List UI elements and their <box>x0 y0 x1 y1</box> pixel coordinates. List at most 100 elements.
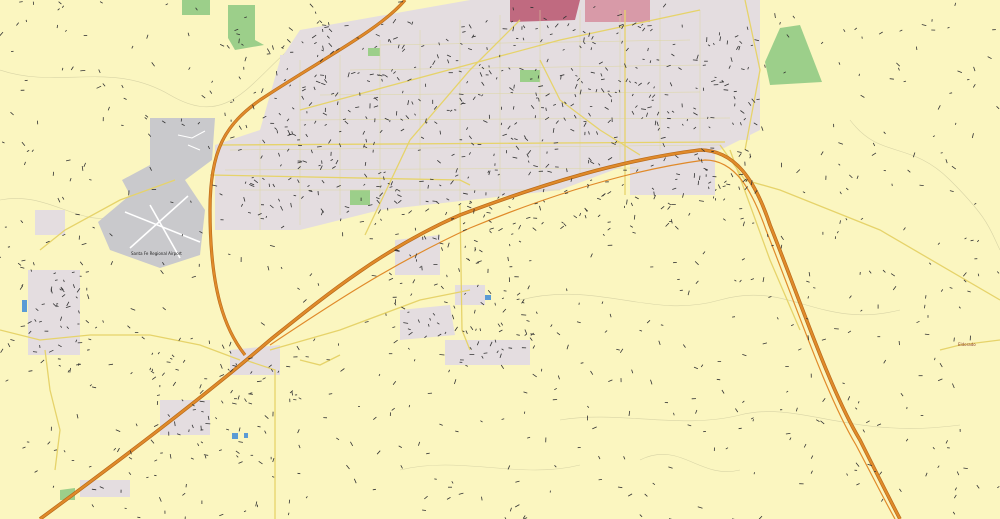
building-tick <box>796 169 801 174</box>
building-tick <box>820 420 825 425</box>
building-tick <box>602 233 605 236</box>
building-tick <box>795 407 798 412</box>
building-tick <box>85 271 89 273</box>
building-tick <box>10 339 15 341</box>
building-tick <box>892 286 897 291</box>
building-tick <box>226 428 230 431</box>
building-tick <box>556 332 561 336</box>
building-tick <box>671 219 673 224</box>
building-tick <box>151 352 154 355</box>
building-tick <box>479 249 483 253</box>
building-tick <box>726 183 731 186</box>
building-tick <box>145 114 149 118</box>
building-tick <box>260 322 266 326</box>
building-tick <box>500 122 503 126</box>
building-tick <box>20 266 25 269</box>
building-tick <box>141 336 145 340</box>
building-tick <box>373 416 377 421</box>
building-tick <box>433 283 438 286</box>
building-tick <box>807 296 809 299</box>
building-tick <box>34 470 38 473</box>
building-tick <box>57 197 61 203</box>
building-tick <box>515 480 520 483</box>
building-tick <box>272 457 275 463</box>
building-tick <box>378 373 381 377</box>
building-tick <box>742 400 745 403</box>
building-tick <box>512 7 514 11</box>
building-tick <box>20 220 24 224</box>
building-tick <box>630 202 633 207</box>
building-tick <box>697 506 703 509</box>
building-tick <box>392 380 397 386</box>
building-tick <box>932 135 936 137</box>
building-tick <box>400 465 403 469</box>
building-tick <box>418 441 421 446</box>
building-tick <box>786 390 789 393</box>
building-tick <box>236 455 239 458</box>
building-tick <box>22 446 26 449</box>
building-tick <box>191 275 197 278</box>
building-tick <box>0 256 2 258</box>
building-tick <box>838 62 841 65</box>
building-tick <box>940 289 944 292</box>
building-tick <box>281 45 285 49</box>
building-tick <box>149 367 152 371</box>
building-tick <box>7 246 11 248</box>
building-tick <box>820 151 824 156</box>
building-tick <box>607 191 612 195</box>
building-tick <box>61 5 65 9</box>
building-tick <box>99 1 103 4</box>
building-tick <box>486 47 488 51</box>
building-tick <box>810 455 814 459</box>
building-tick <box>631 369 634 374</box>
building-tick <box>226 45 230 49</box>
building-tick <box>608 379 613 382</box>
building-tick <box>388 277 394 281</box>
building-tick <box>789 437 792 441</box>
building-tick <box>238 427 241 432</box>
building-tick <box>230 389 233 394</box>
building-tick <box>810 470 813 474</box>
building-tick <box>475 262 480 264</box>
building-tick <box>269 245 275 247</box>
map-view[interactable]: Santa Fe Regional Airport Eldorado <box>0 0 1000 519</box>
building-tick <box>88 465 92 468</box>
building-tick <box>20 325 26 327</box>
building-tick <box>847 396 851 401</box>
building-tick <box>154 459 158 462</box>
building-tick <box>52 485 55 488</box>
building-tick <box>412 279 416 284</box>
building-tick <box>63 450 66 453</box>
building-tick <box>673 412 675 416</box>
building-tick <box>516 334 520 336</box>
building-tick <box>590 370 594 375</box>
building-tick <box>156 394 160 396</box>
building-tick <box>925 472 928 477</box>
building-tick <box>489 227 494 230</box>
building-tick <box>580 362 584 364</box>
building-tick <box>963 467 968 469</box>
building-tick <box>199 384 202 389</box>
building-tick <box>261 88 264 93</box>
building-tick <box>996 271 1000 274</box>
building-tick <box>616 348 620 351</box>
building-tick <box>371 275 377 277</box>
building-tick <box>598 455 601 460</box>
building-tick <box>584 214 587 219</box>
building-tick <box>258 460 263 465</box>
building-tick <box>900 392 904 397</box>
building-tick <box>538 97 540 102</box>
building-tick <box>702 251 706 255</box>
building-tick <box>838 142 844 145</box>
building-tick <box>516 292 521 296</box>
building-tick <box>871 152 877 156</box>
building-tick <box>197 443 200 447</box>
building-tick <box>115 429 121 432</box>
building-tick <box>76 363 81 366</box>
building-tick <box>882 269 886 273</box>
building-tick <box>89 179 92 181</box>
building-tick <box>997 486 1000 489</box>
building-tick <box>762 342 768 345</box>
building-tick <box>916 46 918 51</box>
building-tick <box>190 337 193 340</box>
